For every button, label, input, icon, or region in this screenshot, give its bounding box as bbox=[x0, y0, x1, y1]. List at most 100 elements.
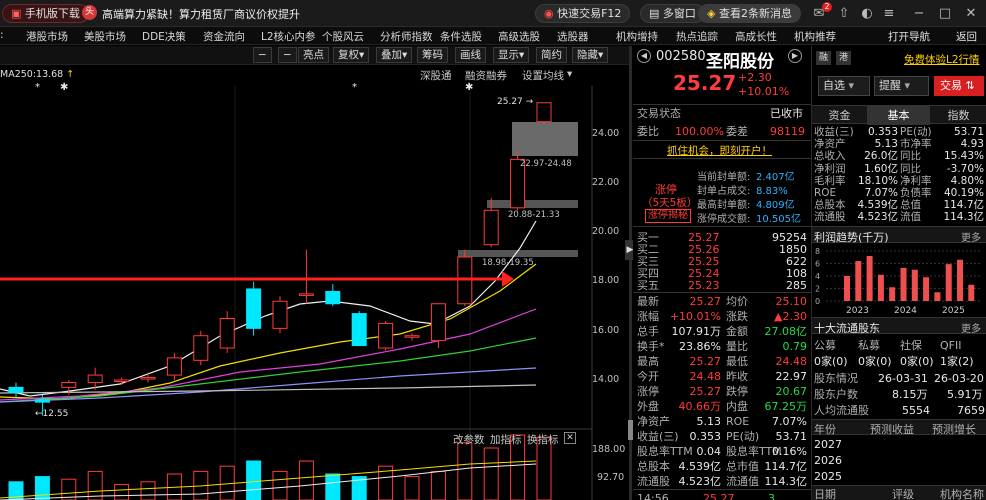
rating-head-date: 日期 bbox=[814, 488, 836, 500]
bid-price[interactable]: 25.23 bbox=[688, 279, 720, 292]
profit-bar bbox=[855, 261, 862, 301]
forecast-year: 2027 bbox=[814, 438, 842, 451]
menu-icon[interactable]: ≡ bbox=[880, 5, 898, 22]
news-headline[interactable]: 高端算力紧缺！算力租赁厂商议价权提升 bbox=[102, 6, 300, 22]
quote-panel: ◀ 002580 圣阳股份 ▶ 25.27 +2.30 +10.01% 交易状态… bbox=[633, 46, 811, 500]
seal-val-0: 2.407亿 bbox=[756, 172, 795, 183]
menu-item-growth[interactable]: 高成长性 bbox=[735, 29, 777, 44]
zone-label-3: 18.98-19.35 bbox=[482, 258, 534, 268]
menu-item-condition[interactable]: 条件选股 bbox=[440, 29, 482, 44]
fund-key: 毛利率 bbox=[814, 174, 846, 187]
menu-item-inst-hold[interactable]: 机构增持 bbox=[616, 29, 658, 44]
tab-index[interactable]: 指数 bbox=[930, 106, 986, 125]
tab-funds[interactable]: 资金 bbox=[812, 106, 868, 125]
up-arrow-icon[interactable]: ⇧ bbox=[835, 5, 853, 22]
forecast-year: 2025 bbox=[814, 470, 842, 483]
back-circle-icon[interactable]: ◀ bbox=[637, 49, 651, 63]
wc-label: 委差 bbox=[726, 125, 748, 138]
quote-key: 内盘 bbox=[726, 400, 748, 413]
rating-head-rating: 评级 bbox=[892, 488, 914, 500]
profit-more-link[interactable]: 更多 bbox=[961, 229, 981, 244]
multi-window-button[interactable]: ▤ 多窗口 bbox=[640, 4, 705, 23]
close-icon[interactable]: ✕ bbox=[962, 5, 980, 22]
window-icon: ▤ bbox=[649, 7, 660, 20]
seal-key-2: 最高封单额: bbox=[697, 200, 751, 211]
forward-circle-icon[interactable]: ▶ bbox=[788, 49, 802, 63]
high-price-label: 25.27 → bbox=[497, 97, 534, 107]
signal-marker: ✱ bbox=[465, 82, 473, 93]
tick-time: 14:56 bbox=[637, 492, 669, 500]
new-message-button[interactable]: ◈ 查看2条新消息 bbox=[698, 4, 801, 23]
holders-more-link[interactable]: 更多 bbox=[961, 320, 981, 335]
divider bbox=[633, 292, 811, 293]
candle-body bbox=[246, 288, 262, 329]
alert-button[interactable]: 提醒 ▾ bbox=[874, 76, 929, 96]
menu-item-us-market[interactable]: 美股市场 bbox=[84, 29, 126, 44]
overlay-button[interactable]: 叠加▾ bbox=[376, 47, 413, 63]
menu-item-screener[interactable]: 选股器 bbox=[557, 29, 589, 44]
maximize-icon[interactable]: □ bbox=[936, 5, 954, 22]
quote-key: 昨收 bbox=[726, 370, 748, 383]
candle-body bbox=[404, 335, 420, 338]
fund-value: 4.523亿 bbox=[857, 211, 898, 224]
candle-body bbox=[140, 377, 156, 380]
open-guide-button[interactable]: 打开导航 bbox=[888, 29, 930, 44]
menu-item-hk-market[interactable]: 港股市场 bbox=[26, 29, 68, 44]
holder-row-a: 5554 bbox=[902, 404, 930, 417]
forecast-head-year: 年份 bbox=[814, 423, 836, 436]
close-sub-chart-icon[interactable]: ✕ bbox=[564, 432, 576, 444]
holders-val-private: 0家(0) bbox=[858, 355, 892, 368]
quote-value: 25.27 bbox=[689, 295, 722, 308]
draw-line-button[interactable]: 画线 bbox=[455, 47, 486, 63]
fund-key: 同比 bbox=[900, 162, 921, 175]
kline-chart-area[interactable]: MA250:13.68 ↑ 深股通 融资融券 设置均线 ▾ * ✱ * ✱ 24.00… bbox=[0, 66, 630, 500]
menu-item-l2[interactable]: L2核心内参 bbox=[261, 29, 316, 44]
add-watch-button[interactable]: 自选 ▾ bbox=[818, 76, 870, 96]
quote-key: 净资产 bbox=[637, 415, 670, 428]
menu-item-hot[interactable]: 热点追踪 bbox=[676, 29, 718, 44]
limit-reveal-button[interactable]: 涨停揭秘 bbox=[645, 209, 691, 223]
profit-bar bbox=[900, 267, 907, 301]
tab-basic[interactable]: 基本 bbox=[868, 106, 930, 125]
menu-item-dde[interactable]: DDE决策 bbox=[142, 29, 186, 44]
highlight-button[interactable]: 亮点 bbox=[298, 47, 329, 63]
trade-button[interactable]: 交易 ⇅ bbox=[934, 76, 984, 96]
zoom-out-button[interactable]: − bbox=[253, 47, 272, 63]
back-button[interactable]: 返回 bbox=[956, 29, 977, 44]
minimize-icon[interactable]: − bbox=[910, 5, 928, 22]
profit-y-tick: 6 bbox=[815, 260, 820, 269]
candle-body bbox=[483, 209, 499, 246]
add-indicator-link[interactable]: 加指标 bbox=[490, 432, 522, 447]
fund-key: 总收入 bbox=[814, 150, 846, 163]
candle-body bbox=[61, 381, 77, 388]
resistance-zone bbox=[512, 122, 578, 156]
stock-name: 圣阳股份 bbox=[706, 52, 774, 72]
volume-ma-line bbox=[0, 463, 537, 500]
mobile-download-button[interactable]: ▣ 手机版下载 bbox=[2, 4, 89, 23]
open-account-link[interactable]: 抓住机会，即刻开户！ bbox=[667, 143, 772, 158]
holders-head-social: 社保 bbox=[900, 339, 922, 352]
adjust-button[interactable]: 复权▾ bbox=[333, 47, 370, 63]
menu-item-analyst[interactable]: 分析师指数 bbox=[380, 29, 433, 44]
menu-item-inst-rec[interactable]: 机构推荐 bbox=[794, 29, 836, 44]
candle-body bbox=[166, 357, 182, 376]
menu-item-fund-flow[interactable]: 资金流向 bbox=[203, 29, 245, 44]
quote-value: 114.3亿 bbox=[764, 475, 808, 488]
free-l2-link[interactable]: 免费体验L2行情 bbox=[904, 52, 980, 67]
profit-y-tick: 8 bbox=[815, 247, 820, 256]
simple-button[interactable]: 简约 bbox=[536, 47, 567, 63]
price-pct: +10.01% bbox=[738, 85, 790, 98]
hide-button[interactable]: 隐藏▾ bbox=[572, 47, 609, 63]
zoom-in-button[interactable]: − bbox=[278, 47, 297, 63]
skin-icon[interactable]: ◐ bbox=[858, 5, 876, 22]
volume-bar bbox=[272, 470, 288, 500]
quote-key: 总手 bbox=[637, 325, 659, 338]
display-button[interactable]: 显示▾ bbox=[493, 47, 530, 63]
menu-item-advanced[interactable]: 高级选股 bbox=[498, 29, 540, 44]
chips-button[interactable]: 筹码 bbox=[417, 47, 448, 63]
edit-param-link[interactable]: 改参数 bbox=[453, 432, 485, 447]
menu-item-stock-news[interactable]: 个股风云 bbox=[322, 29, 364, 44]
change-indicator-link[interactable]: 换指标 bbox=[527, 432, 559, 447]
quick-trade-button[interactable]: ◉ 快速交易F12 bbox=[535, 4, 631, 23]
wc-value: 98119 bbox=[770, 125, 805, 138]
